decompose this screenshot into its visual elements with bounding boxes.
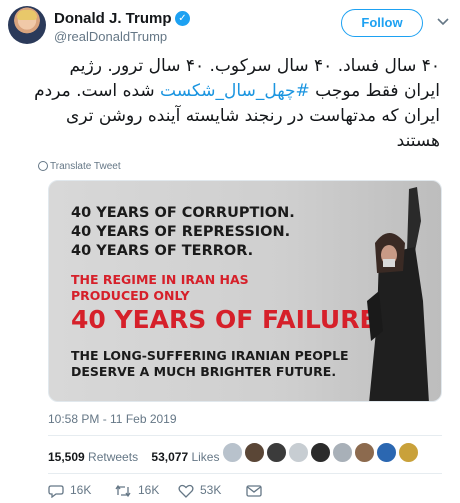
tweet-header: Donald J. Trump ✓ @realDonaldTrump Follo… [8,4,452,48]
tweet-line-2-end: شده است. مردم [34,81,161,101]
reply-icon [48,485,64,498]
direct-message-button[interactable] [246,481,268,499]
hashtag-link[interactable]: #چهل_سال_شکست [160,81,310,101]
image-line-8: DESERVE A MUCH BRIGHTER FUTURE. [71,364,337,379]
image-line-7: THE LONG-SUFFERING IRANIAN PEOPLE [71,348,349,363]
tweet-line-2: ایران فقط موجب #چهل_سال_شکست شده است. مر… [12,79,440,104]
retweet-action-count: 16K [138,483,160,497]
image-line-5: PRODUCED ONLY [71,288,190,303]
image-line-1: 40 YEARS OF CORRUPTION. [71,205,295,221]
author-name[interactable]: Donald J. Trump [54,10,172,27]
globe-icon [38,161,48,171]
envelope-icon [246,485,262,497]
liker-avatar[interactable] [332,442,353,463]
author-handle[interactable]: @realDonaldTrump [54,29,167,44]
tweet-stats: 15,509 Retweets 53,077 Likes [48,450,219,464]
like-button[interactable]: 53K [178,481,221,499]
liker-avatar[interactable] [266,442,287,463]
divider [48,435,442,436]
liker-avatar[interactable] [376,442,397,463]
liker-avatar[interactable] [354,442,375,463]
verified-badge-icon: ✓ [175,11,190,26]
heart-icon [178,484,194,498]
liker-avatar[interactable] [288,442,309,463]
tweet-line-1: ۴۰ سال فساد. ۴۰ سال سرکوب. ۴۰ سال ترور. … [69,56,440,76]
reply-button[interactable]: 16K [48,481,91,499]
like-count[interactable]: 53,077 [151,450,188,464]
image-line-6: 40 YEARS OF FAILURE. [71,305,387,334]
divider [48,473,442,474]
tweet-actions: 16K 16K 53K [48,481,442,499]
follow-button[interactable]: Follow [341,9,423,37]
protester-figure [367,187,429,401]
tweet-text: ۴۰ سال فساد. ۴۰ سال سرکوب. ۴۰ سال ترور. … [12,54,440,154]
translate-tweet-link[interactable]: Translate Tweet [50,161,121,172]
tweet-timestamp[interactable]: 10:58 PM - 11 Feb 2019 [48,412,177,426]
retweet-count[interactable]: 15,509 [48,450,85,464]
image-line-4: THE REGIME IN IRAN HAS [71,272,249,287]
tweet-image[interactable]: 40 YEARS OF CORRUPTION. 40 YEARS OF REPR… [48,180,442,402]
retweet-count-label[interactable]: Retweets [88,450,138,464]
liker-avatar[interactable] [310,442,331,463]
reply-count: 16K [70,483,92,497]
chevron-down-icon[interactable] [436,15,450,29]
author-avatar[interactable] [8,6,46,44]
liker-avatar[interactable] [398,442,419,463]
retweet-icon [115,484,131,497]
tweet-line-4: هستند [396,131,440,151]
retweet-button[interactable]: 16K [114,481,159,499]
image-line-2: 40 YEARS OF REPRESSION. [71,224,291,240]
liker-avatar[interactable] [244,442,265,463]
tweet-line-2-start: ایران فقط موجب [309,81,440,101]
liker-avatar[interactable] [222,442,243,463]
image-line-3: 40 YEARS OF TERROR. [71,243,254,259]
like-action-count: 53K [200,483,222,497]
like-count-label[interactable]: Likes [191,450,219,464]
tweet-line-3: ایران که مدتهاست در رنجند شایسته آینده ر… [66,106,440,126]
